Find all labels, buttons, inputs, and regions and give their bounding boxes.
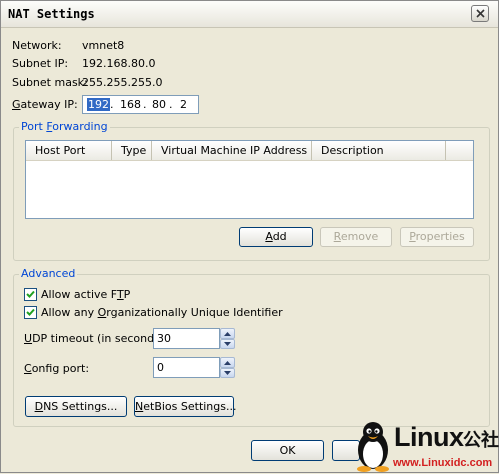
dns-settings-button[interactable]: DNS Settings...: [25, 396, 127, 417]
remove-label: emove: [340, 230, 379, 243]
linuxidc-watermark: Linux 公社 www.Linuxidc.com: [351, 419, 499, 474]
gateway-ip-input[interactable]: 192 . 168 . 80 . 2: [82, 95, 199, 114]
udp-timeout-label-rest: DP timeout (in seconds):: [32, 332, 168, 345]
column-vm-ip-address[interactable]: Virtual Machine IP Address: [152, 141, 312, 160]
dns-settings-mnemonic: D: [34, 400, 44, 413]
add-mnemonic: A: [265, 230, 273, 243]
allow-oui-label[interactable]: Allow any Organizationally Unique Identi…: [41, 306, 283, 319]
remove-button[interactable]: Remove: [320, 227, 392, 247]
dns-settings-label: NS Settings...: [43, 400, 118, 413]
gateway-ip-octet-1[interactable]: 192: [87, 98, 110, 111]
netbios-settings-mnemonic: N: [135, 400, 144, 413]
watermark-brand: Linux: [394, 422, 464, 452]
udp-timeout-spin-down[interactable]: [220, 339, 235, 349]
title-bar: NAT Settings: [1, 1, 498, 28]
subnet-ip-label: Subnet IP:: [12, 57, 69, 70]
subnet-ip-value: 192.168.80.0: [82, 57, 156, 70]
port-forwarding-title: Port Forwarding: [19, 120, 110, 133]
properties-label: roperties: [415, 230, 465, 243]
window-title: NAT Settings: [8, 7, 95, 21]
checkmark-icon: [26, 308, 35, 316]
watermark-cn: 公社: [463, 430, 499, 451]
gateway-label-rest: ateway IP:: [20, 98, 78, 111]
udp-timeout-spin-up[interactable]: [220, 328, 235, 339]
udp-timeout-label: UDP timeout (in seconds):: [24, 332, 168, 345]
nat-settings-dialog: NAT Settings Network: vmnet8 Subnet IP: …: [0, 0, 499, 473]
arrow-up-icon: [224, 331, 231, 336]
arrow-up-icon: [224, 360, 231, 365]
penguin-icon: [357, 422, 389, 472]
port-forwarding-list[interactable]: Host Port Type Virtual Machine IP Addres…: [25, 140, 474, 219]
port-forwarding-title-pre: Port: [21, 120, 47, 133]
udp-timeout-input[interactable]: 30: [153, 328, 220, 349]
gateway-ip-octet-3[interactable]: 80: [152, 98, 166, 111]
network-value: vmnet8: [82, 39, 125, 52]
allow-oui-mnemonic: O: [97, 306, 107, 319]
close-button[interactable]: [471, 5, 489, 22]
column-description[interactable]: Description: [312, 141, 446, 160]
properties-button[interactable]: Properties: [400, 227, 474, 247]
checkmark-icon: [26, 290, 35, 298]
add-label: dd: [272, 230, 287, 243]
config-port-label: Config port:: [24, 362, 89, 375]
config-port-spin-up[interactable]: [220, 357, 235, 368]
config-port-label-rest: onfig port:: [31, 362, 90, 375]
advanced-title: Advanced: [19, 267, 78, 280]
config-port-mnemonic: C: [24, 362, 32, 375]
allow-ftp-checkbox[interactable]: [24, 288, 37, 301]
gateway-ip-octet-4[interactable]: 2: [180, 98, 187, 111]
netbios-settings-label: etBios Settings...: [143, 400, 237, 413]
subnet-mask-label: Subnet mask:: [12, 76, 88, 89]
column-host-port[interactable]: Host Port: [26, 141, 112, 160]
udp-timeout-value: 30: [157, 332, 171, 345]
gateway-label-mnemonic: G: [12, 98, 21, 111]
arrow-down-icon: [224, 371, 231, 375]
allow-oui-label-post: rganizationally Unique Identifier: [106, 306, 283, 319]
allow-ftp-label-post: P: [123, 288, 131, 301]
network-label: Network:: [12, 39, 62, 52]
list-header: Host Port Type Virtual Machine IP Addres…: [26, 141, 473, 161]
close-icon: [475, 9, 485, 18]
port-forwarding-title-post: orwarding: [52, 120, 108, 133]
column-type[interactable]: Type: [112, 141, 152, 160]
allow-ftp-label-pre: Allow active F: [41, 288, 117, 301]
ok-button[interactable]: OK: [251, 440, 324, 461]
arrow-down-icon: [224, 342, 231, 346]
allow-ftp-mnemonic: T: [116, 288, 124, 301]
allow-oui-checkbox[interactable]: [24, 306, 37, 319]
config-port-spin-down[interactable]: [220, 368, 235, 378]
config-port-input[interactable]: 0: [153, 357, 220, 378]
gateway-ip-octet-2[interactable]: 168: [120, 98, 141, 111]
gateway-ip-label: Gateway IP:: [12, 98, 78, 111]
config-port-value: 0: [157, 361, 164, 374]
allow-oui-label-pre: Allow any: [41, 306, 98, 319]
subnet-mask-value: 255.255.255.0: [82, 76, 163, 89]
remove-mnemonic: R: [333, 230, 341, 243]
netbios-settings-button[interactable]: NetBios Settings...: [134, 396, 237, 417]
udp-timeout-mnemonic: U: [24, 332, 33, 345]
add-button[interactable]: Add: [239, 227, 313, 247]
watermark-url: www.Linuxidc.com: [393, 457, 493, 469]
allow-ftp-label[interactable]: Allow active FTP: [41, 288, 130, 301]
